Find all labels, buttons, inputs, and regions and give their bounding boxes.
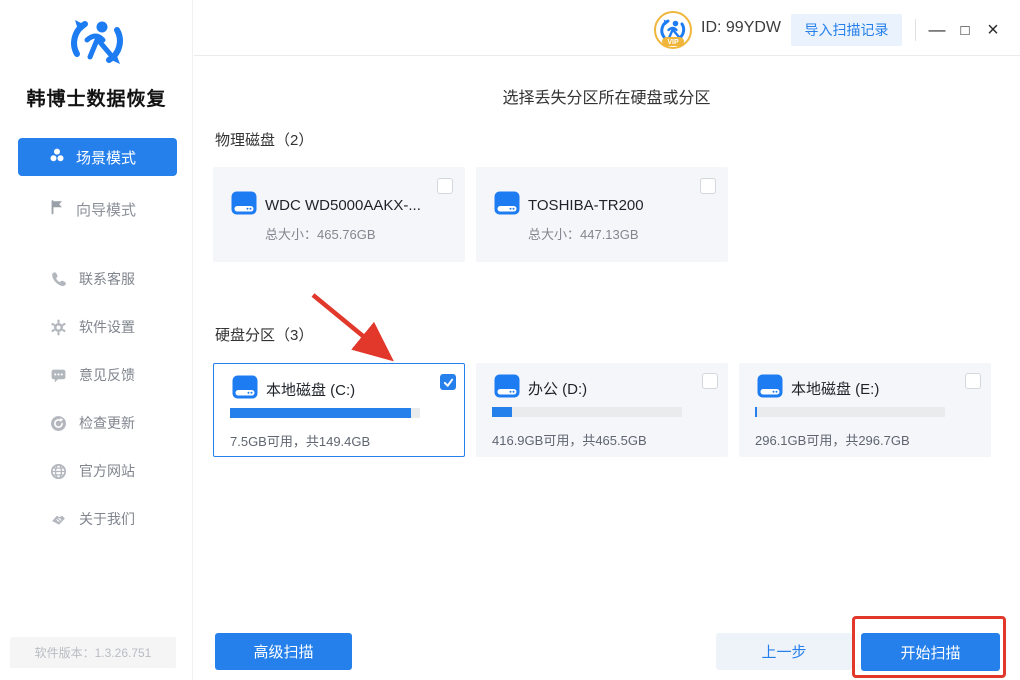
sidebar: 韩博士数据恢复 场景模式 向导模式 联系客服 软件设置 意见反馈 检查更新 官方… <box>0 0 193 680</box>
app-window: 韩博士数据恢复 场景模式 向导模式 联系客服 软件设置 意见反馈 检查更新 官方… <box>0 0 1020 680</box>
globe-icon <box>50 463 67 480</box>
disk-icon <box>232 375 258 399</box>
sidebar-item-label: 场景模式 <box>76 149 137 167</box>
checkbox[interactable] <box>437 178 453 194</box>
partition-card-d[interactable]: 办公 (D:) 416.9GB可用，共465.5GB <box>476 363 728 457</box>
maximize-button[interactable]: □ <box>954 18 976 42</box>
partitions-section-label: 硬盘分区（3） <box>215 327 314 344</box>
checkbox[interactable] <box>702 373 718 389</box>
disk-name: TOSHIBA-TR200 <box>528 197 644 214</box>
sidebar-item-label: 检查更新 <box>79 415 135 431</box>
gear-icon <box>50 319 67 336</box>
app-logo-icon <box>71 20 123 64</box>
header-divider <box>194 55 1020 56</box>
partition-card-c[interactable]: 本地磁盘 (C:) 7.5GB可用，共149.4GB <box>213 363 465 457</box>
sidebar-item-check-updates[interactable]: 检查更新 <box>50 413 135 433</box>
physical-disk-card-toshiba[interactable]: TOSHIBA-TR200 总大小：447.13GB <box>476 167 728 262</box>
phone-icon <box>50 271 67 288</box>
update-icon <box>50 415 67 432</box>
checkbox[interactable] <box>965 373 981 389</box>
physical-disks-section-label: 物理磁盘（2） <box>215 132 314 149</box>
minimize-button[interactable]: — <box>926 18 948 42</box>
sidebar-item-feedback[interactable]: 意见反馈 <box>50 365 135 385</box>
disk-usage-info: 7.5GB可用，共149.4GB <box>230 434 371 449</box>
wizard-flag-icon <box>49 199 65 219</box>
start-scan-button[interactable]: 开始扫描 <box>861 633 1000 671</box>
usage-bar <box>230 408 420 418</box>
feedback-icon <box>50 367 67 384</box>
close-button[interactable]: × <box>982 18 1004 42</box>
usage-bar <box>492 407 682 417</box>
disk-icon <box>757 374 783 398</box>
sidebar-item-settings[interactable]: 软件设置 <box>50 317 135 337</box>
previous-step-button[interactable]: 上一步 <box>716 633 852 670</box>
sidebar-item-label: 意见反馈 <box>79 367 135 383</box>
disk-size: 总大小：465.76GB <box>265 227 376 242</box>
sidebar-item-official-website[interactable]: 官方网站 <box>50 461 135 481</box>
scene-mode-icon <box>49 147 65 167</box>
disk-name: 办公 (D:) <box>528 381 588 398</box>
about-icon <box>50 511 67 528</box>
import-scan-records-button[interactable]: 导入扫描记录 <box>791 14 902 46</box>
partition-card-e[interactable]: 本地磁盘 (E:) 296.1GB可用，共296.7GB <box>739 363 991 457</box>
checkbox[interactable] <box>440 374 456 390</box>
sidebar-item-wizard-mode[interactable]: 向导模式 <box>18 190 177 228</box>
advanced-scan-button[interactable]: 高级扫描 <box>215 633 352 670</box>
annotation-arrow <box>311 293 394 362</box>
vip-avatar[interactable]: VIP <box>654 11 692 49</box>
checkbox[interactable] <box>700 178 716 194</box>
disk-size: 总大小：447.13GB <box>528 227 639 242</box>
disk-usage-info: 296.1GB可用，共296.7GB <box>755 433 910 448</box>
sidebar-item-label: 官方网站 <box>79 463 135 479</box>
disk-name: 本地磁盘 (E:) <box>791 381 880 398</box>
disk-usage-info: 416.9GB可用，共465.5GB <box>492 433 647 448</box>
disk-icon <box>494 191 520 215</box>
disk-icon <box>231 191 257 215</box>
disk-name: 本地磁盘 (C:) <box>266 382 356 399</box>
app-version: 软件版本：1.3.26.751 <box>10 637 176 668</box>
sidebar-item-scene-mode[interactable]: 场景模式 <box>18 138 177 176</box>
usage-bar <box>755 407 945 417</box>
sidebar-item-contact-support[interactable]: 联系客服 <box>50 269 135 289</box>
vip-badge: VIP <box>667 39 679 46</box>
sidebar-item-label: 向导模式 <box>76 201 137 219</box>
sidebar-item-about-us[interactable]: 关于我们 <box>50 509 135 529</box>
sidebar-item-label: 联系客服 <box>79 271 135 287</box>
sidebar-item-label: 软件设置 <box>79 319 135 335</box>
user-id: ID: 99YDW <box>701 19 782 36</box>
sidebar-item-label: 关于我们 <box>79 511 135 527</box>
disk-icon <box>494 374 520 398</box>
app-title: 韩博士数据恢复 <box>26 89 167 110</box>
header-divider-bar <box>915 19 916 41</box>
disk-name: WDC WD5000AAKX-... <box>265 197 421 214</box>
physical-disk-card-wdc[interactable]: WDC WD5000AAKX-... 总大小：465.76GB <box>213 167 465 262</box>
page-title: 选择丢失分区所在硬盘或分区 <box>502 90 711 107</box>
